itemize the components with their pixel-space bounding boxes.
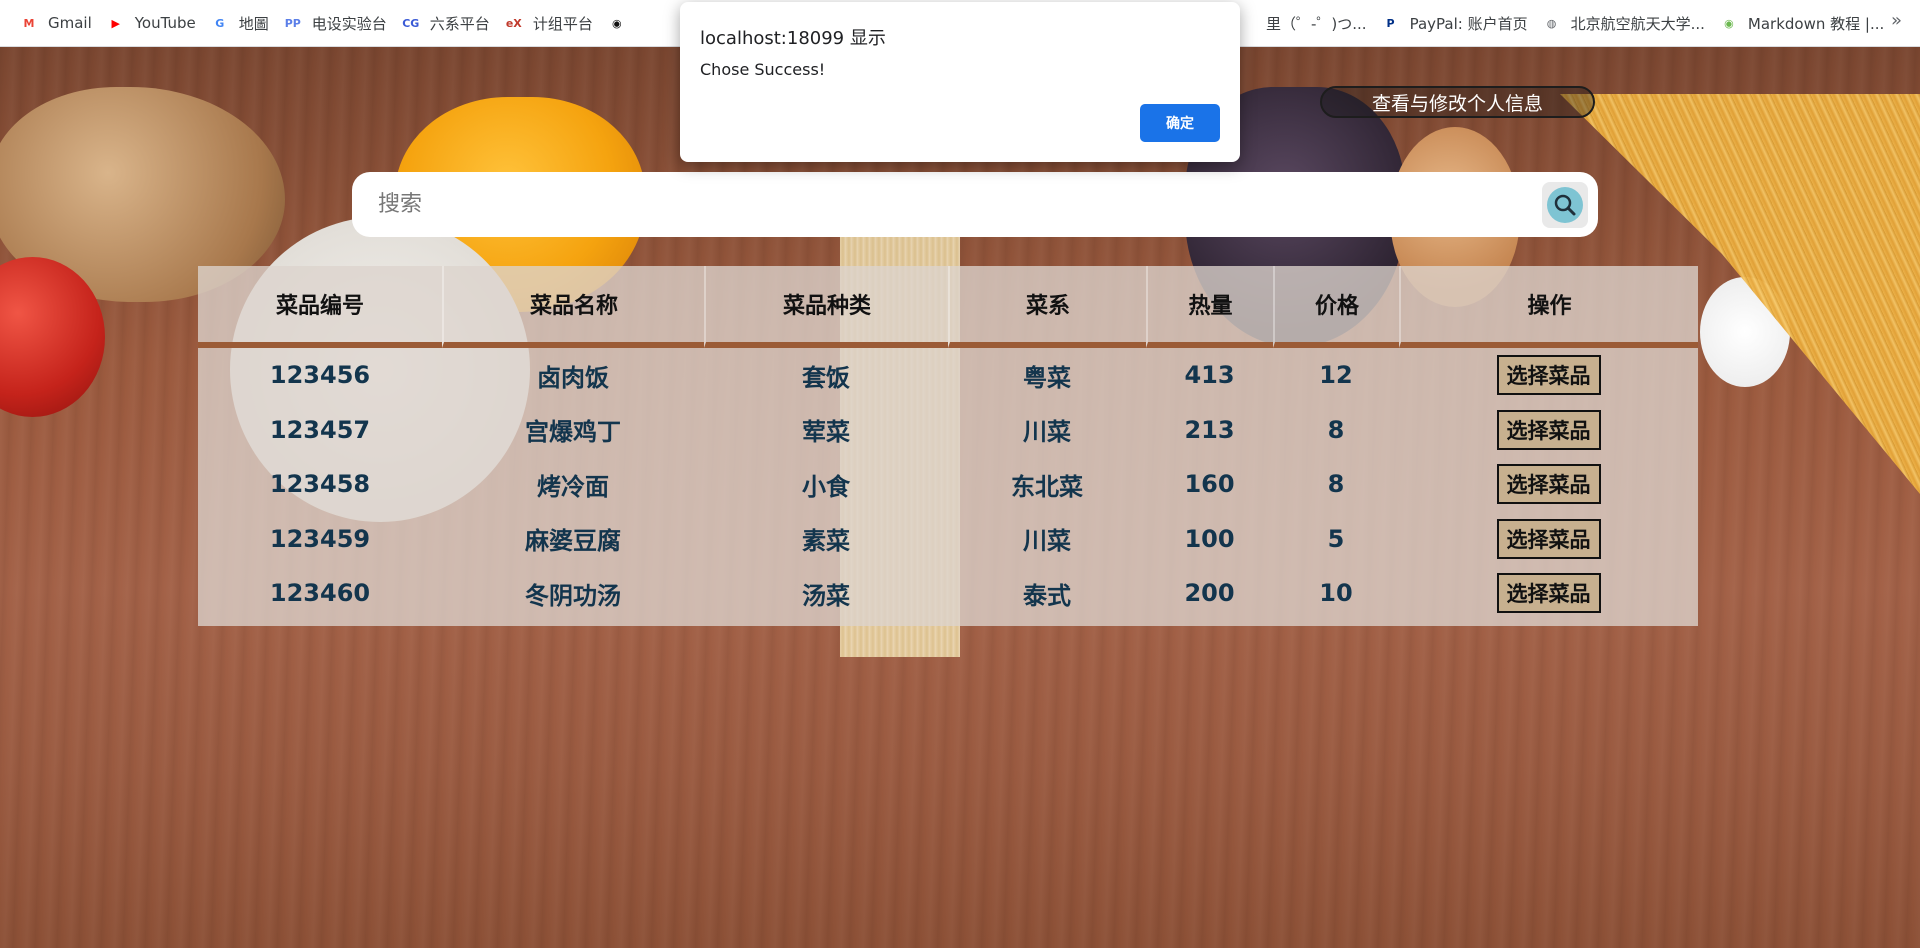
choose-dish-button[interactable]: 选择菜品 <box>1496 464 1601 505</box>
search-input[interactable] <box>378 192 1542 217</box>
bookmarks-more-button[interactable]: » <box>1891 10 1902 31</box>
header-name: 菜品名称 <box>442 266 704 348</box>
cell-action: 选择菜品 <box>1399 348 1698 403</box>
search-button[interactable] <box>1542 181 1588 228</box>
choose-dish-button[interactable]: 选择菜品 <box>1496 409 1601 450</box>
bookmarks-left: M Gmail ▶ YouTube G 地圖 PP 电设实验台 CG 六系平台 eX 计组平台 ◉ <box>14 8 645 38</box>
lab-icon: PP <box>284 16 301 30</box>
cell-price: 8 <box>1327 470 1345 499</box>
bookmark-label: PayPal: 账户首页 <box>1409 14 1528 33</box>
table-row: 123457 宫爆鸡丁 荤菜 川菜 213 8 选择菜品 <box>198 403 1698 458</box>
bookmark-label: 地圖 <box>238 14 269 33</box>
header-type: 菜品种类 <box>704 266 948 348</box>
cell-calories: 413 <box>1184 361 1235 390</box>
cell-cuisine: 泰式 <box>1023 581 1071 610</box>
cell-name: 宫爆鸡丁 <box>525 418 621 447</box>
search-icon <box>1547 186 1583 223</box>
cell-type: 小食 <box>802 472 850 501</box>
cell-cuisine: 粤菜 <box>1023 363 1071 392</box>
bookmark-label: 里（゜-゜)つ... <box>1266 14 1367 33</box>
bookmarks-right: 里（゜-゜)つ... P PayPal: 账户首页 ◍ 北京航空航天大学... ◉ Mark… <box>1232 8 1893 38</box>
cell-cuisine: 川菜 <box>1023 527 1071 556</box>
cell-calories: 160 <box>1184 470 1235 499</box>
cell-name: 卤肉饭 <box>537 363 609 392</box>
ok-button[interactable]: 确定 <box>1140 104 1220 142</box>
cell-action: 选择菜品 <box>1399 403 1698 458</box>
cell-id: 123458 <box>269 470 371 499</box>
dish-table-panel: 菜品编号 菜品名称 菜品种类 菜系 热量 价格 操作 123456 卤肉饭 套饭… <box>198 266 1698 626</box>
bookmark-label: 计组平台 <box>532 14 593 33</box>
choose-dish-button[interactable]: 选择菜品 <box>1496 355 1601 396</box>
cell-action: 选择菜品 <box>1399 566 1698 621</box>
bookmark-label: 六系平台 <box>429 14 490 33</box>
bilibili-icon <box>1238 14 1256 32</box>
cell-name: 冬阴功汤 <box>525 581 621 610</box>
cell-id: 123456 <box>269 361 371 390</box>
cell-type: 素菜 <box>802 527 850 556</box>
gmail-icon: M <box>23 16 35 30</box>
cell-type: 汤菜 <box>802 581 850 610</box>
bookmark-item[interactable]: M Gmail <box>14 8 101 38</box>
cell-action: 选择菜品 <box>1399 512 1698 567</box>
paypal-icon: P <box>1386 16 1395 30</box>
header-action: 操作 <box>1399 266 1698 348</box>
bookmark-label: Gmail <box>48 14 92 32</box>
google-icon: G <box>215 16 225 30</box>
cell-cuisine: 东北菜 <box>1011 472 1083 501</box>
cell-calories: 200 <box>1184 579 1235 608</box>
bookmark-item[interactable]: 里（゜-゜)つ... <box>1232 8 1376 38</box>
dialog-title: localhost:18099 显示 <box>700 28 886 49</box>
cell-price: 10 <box>1319 579 1353 608</box>
bookmark-label: YouTube <box>134 14 196 32</box>
choose-dish-button[interactable]: 选择菜品 <box>1496 518 1601 559</box>
header-price: 价格 <box>1273 266 1399 348</box>
header-cuisine: 菜系 <box>948 266 1146 348</box>
cell-price: 8 <box>1327 415 1345 444</box>
bookmark-label: Markdown 教程 |... <box>1747 14 1885 33</box>
cell-type: 荤菜 <box>802 418 850 447</box>
bookmark-icon: ◉ <box>612 16 622 30</box>
bookmark-label: 电设实验台 <box>311 14 387 33</box>
cell-name: 烤冷面 <box>537 472 609 501</box>
bookmark-item[interactable]: G 地圖 <box>205 8 278 38</box>
cell-price: 5 <box>1327 524 1345 553</box>
header-calories: 热量 <box>1146 266 1273 348</box>
bookmark-item[interactable]: P PayPal: 账户首页 <box>1376 8 1537 38</box>
bookmark-item[interactable]: ▶ YouTube <box>101 8 205 38</box>
search-bar <box>352 172 1598 237</box>
dish-table: 菜品编号 菜品名称 菜品种类 菜系 热量 价格 操作 123456 卤肉饭 套饭… <box>198 266 1698 621</box>
table-row: 123460 冬阴功汤 汤菜 泰式 200 10 选择菜品 <box>198 566 1698 621</box>
bookmark-item[interactable]: ◍ 北京航空航天大学... <box>1537 8 1714 38</box>
alert-dialog: localhost:18099 显示 Chose Success! 确定 <box>680 2 1240 162</box>
table-row: 123458 烤冷面 小食 东北菜 160 8 选择菜品 <box>198 457 1698 512</box>
cell-id: 123459 <box>269 524 371 553</box>
cell-id: 123457 <box>269 415 371 444</box>
cell-id: 123460 <box>269 579 371 608</box>
edx-icon: eX <box>505 16 522 30</box>
youtube-icon: ▶ <box>111 16 120 30</box>
cell-cuisine: 川菜 <box>1023 418 1071 447</box>
bookmark-item[interactable]: CG 六系平台 <box>396 8 499 38</box>
cell-calories: 213 <box>1184 415 1235 444</box>
bookmark-item[interactable]: eX 计组平台 <box>499 8 602 38</box>
bookmark-label: 北京航空航天大学... <box>1570 14 1705 33</box>
table-row: 123456 卤肉饭 套饭 粤菜 413 12 选择菜品 <box>198 348 1698 403</box>
table-header-row: 菜品编号 菜品名称 菜品种类 菜系 热量 价格 操作 <box>198 266 1698 348</box>
header-id: 菜品编号 <box>198 266 442 348</box>
choose-dish-button[interactable]: 选择菜品 <box>1496 573 1601 614</box>
cg-icon: CG <box>402 16 420 30</box>
bookmark-item[interactable]: ◉ <box>602 8 645 38</box>
globe-icon: ◍ <box>1546 16 1557 30</box>
cell-type: 套饭 <box>802 363 850 392</box>
table-row: 123459 麻婆豆腐 素菜 川菜 100 5 选择菜品 <box>198 512 1698 567</box>
bookmark-item[interactable]: PP 电设实验台 <box>278 8 396 38</box>
cell-action: 选择菜品 <box>1399 457 1698 512</box>
markdown-icon: ◉ <box>1724 16 1734 30</box>
bookmark-item[interactable]: ◉ Markdown 教程 |... <box>1714 8 1893 38</box>
cell-calories: 100 <box>1184 524 1235 553</box>
cell-price: 12 <box>1319 361 1353 390</box>
profile-button[interactable]: 查看与修改个人信息 <box>1320 86 1595 118</box>
dialog-message: Chose Success! <box>700 60 826 79</box>
cell-name: 麻婆豆腐 <box>525 527 621 556</box>
